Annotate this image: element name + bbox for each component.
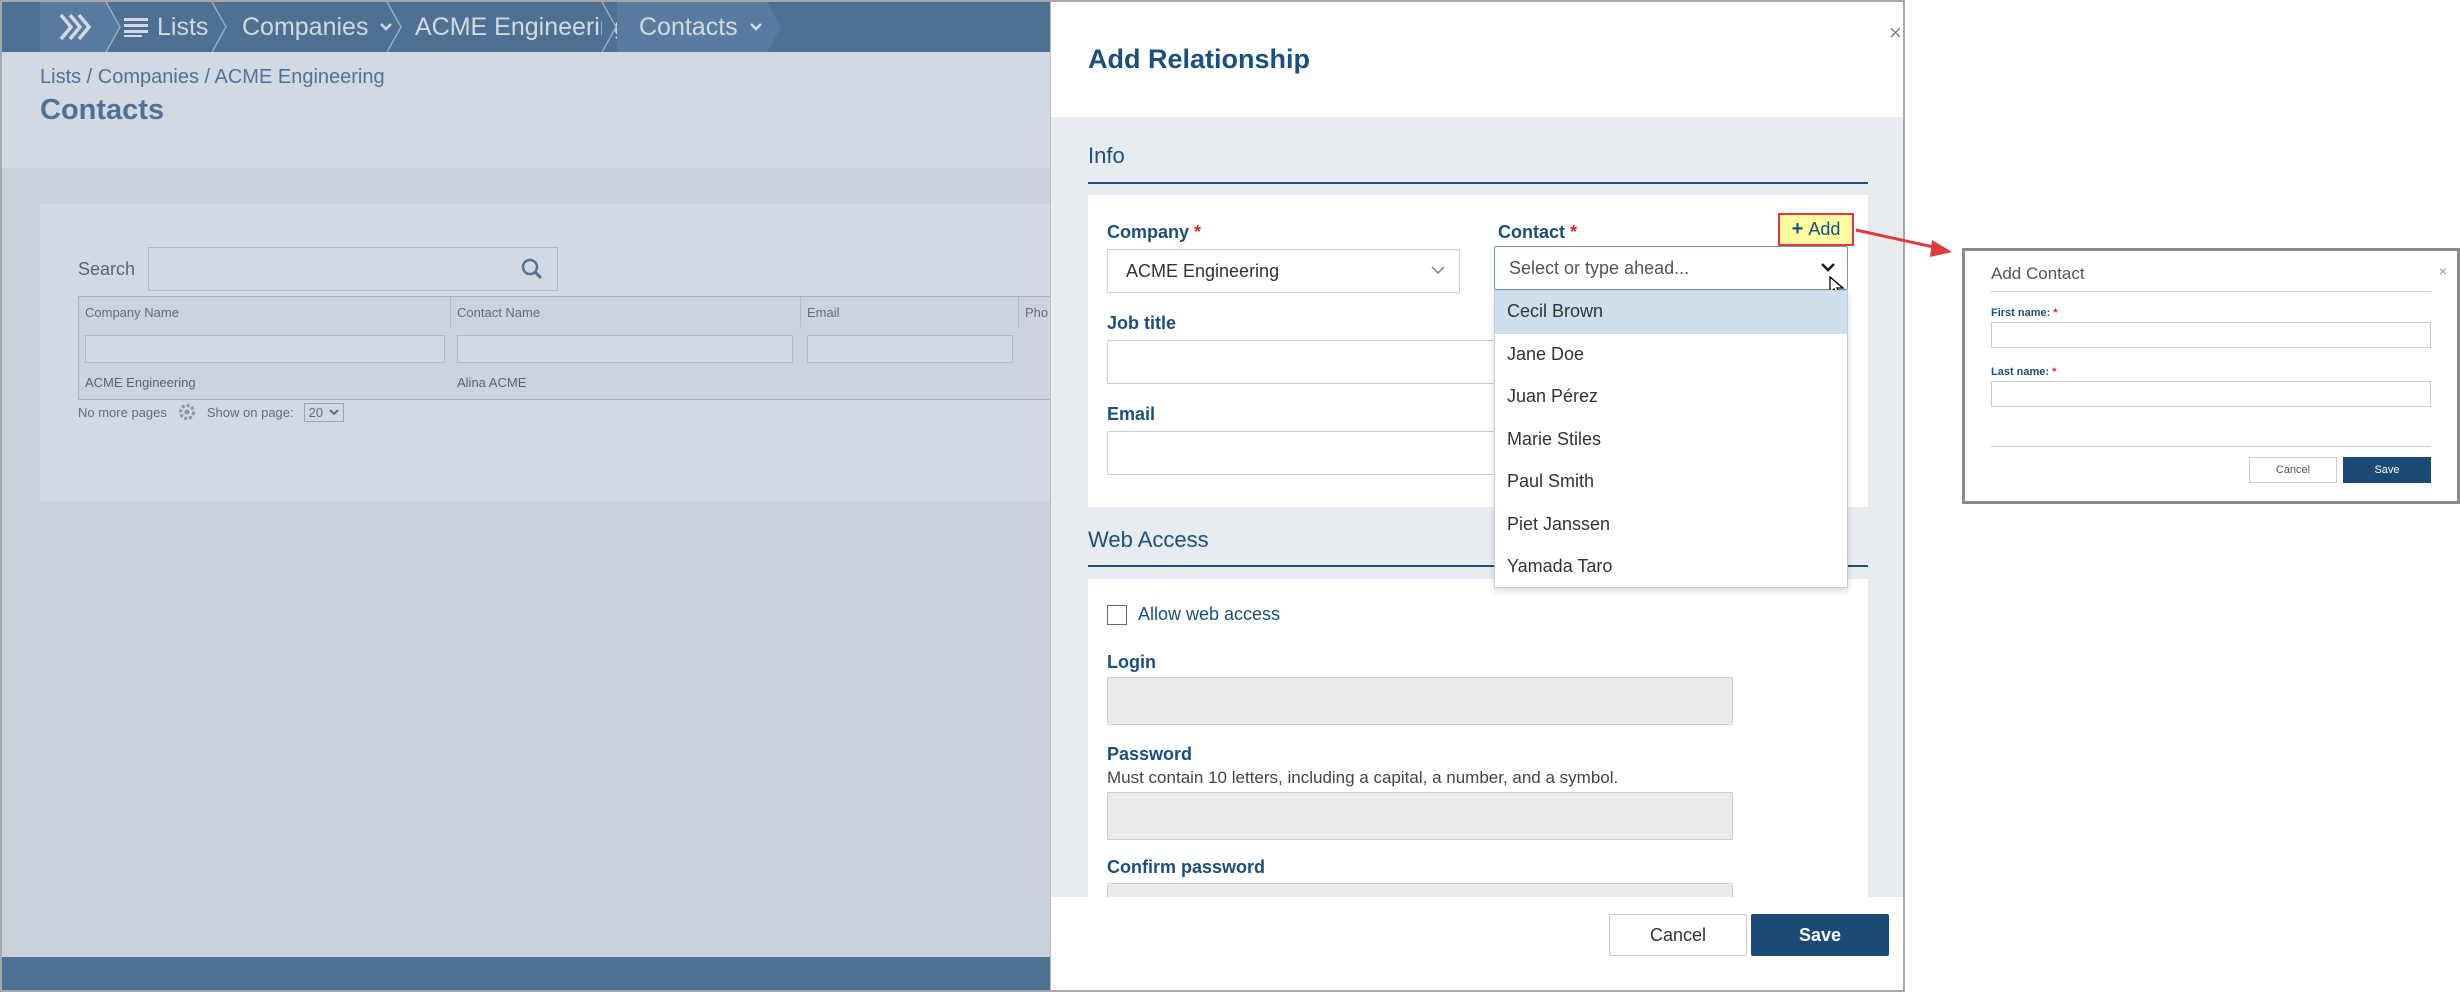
first-name-label: First name: * (1991, 307, 2058, 319)
contact-option[interactable]: Piet Janssen (1495, 504, 1847, 547)
contact-placeholder: Select or type ahead... (1509, 258, 1690, 278)
save-button[interactable]: Save (1751, 914, 1889, 956)
dialog-footer: Cancel Save (1051, 897, 1903, 990)
password-hint: Must contain 10 letters, including a cap… (1107, 768, 1619, 787)
popup-divider (1991, 291, 2431, 292)
allow-web-access-checkbox[interactable] (1107, 605, 1127, 625)
web-access-section-title: Web Access (1088, 527, 1209, 552)
contact-option[interactable]: Jane Doe (1495, 334, 1847, 377)
company-value: ACME Engineering (1126, 261, 1280, 281)
contact-option[interactable]: Yamada Taro (1495, 546, 1847, 589)
add-label: Add (1808, 219, 1841, 239)
info-section-title: Info (1088, 143, 1125, 168)
login-label: Login (1107, 652, 1156, 672)
section-divider (1088, 182, 1868, 184)
contact-label: Contact * (1498, 222, 1578, 242)
company-label: Company * (1107, 222, 1202, 242)
web-access-section-card: Allow web access Login Password Must con… (1088, 579, 1868, 897)
contact-select[interactable]: Select or type ahead... (1494, 246, 1848, 290)
confirm-password-label: Confirm password (1107, 857, 1266, 877)
add-contact-title: Add Contact (1991, 264, 2085, 283)
screen: Lists Companies ACME Engineering Contact… (0, 0, 2460, 992)
login-input[interactable] (1107, 677, 1733, 725)
company-select[interactable]: ACME Engineering (1107, 249, 1460, 293)
contact-dropdown-list: Cecil Brown Jane Doe Juan Pérez Marie St… (1494, 290, 1848, 588)
popup-cancel-button[interactable]: Cancel (2249, 457, 2337, 483)
close-icon[interactable]: × (1889, 22, 1903, 44)
popup-save-button[interactable]: Save (2343, 457, 2431, 483)
password-input[interactable] (1107, 792, 1733, 840)
contact-option[interactable]: Marie Stiles (1495, 419, 1847, 462)
close-icon[interactable]: × (2439, 263, 2447, 279)
contact-option[interactable]: Paul Smith (1495, 461, 1847, 504)
email-label: Email (1107, 404, 1156, 424)
add-contact-popup: Add Contact × First name: * Last name: *… (1962, 248, 2460, 504)
chevron-down-icon (1431, 266, 1445, 275)
cancel-button[interactable]: Cancel (1609, 914, 1747, 956)
contact-option[interactable]: Cecil Brown (1495, 291, 1847, 334)
password-label: Password (1107, 744, 1193, 764)
first-name-input[interactable] (1991, 322, 2431, 348)
popup-divider (1991, 446, 2431, 447)
plus-icon: + (1791, 218, 1804, 240)
chevron-down-icon[interactable] (1820, 262, 1836, 273)
dialog-title: Add Relationship (1088, 44, 1310, 74)
allow-web-access-label[interactable]: Allow web access (1138, 604, 1280, 625)
add-contact-button[interactable]: + Add (1778, 213, 1854, 246)
confirm-password-input[interactable] (1107, 883, 1733, 897)
contact-option[interactable]: Juan Pérez (1495, 376, 1847, 419)
last-name-input[interactable] (1991, 381, 2431, 407)
job-title-label: Job title (1107, 313, 1177, 333)
last-name-label: Last name: * (1991, 366, 2057, 378)
